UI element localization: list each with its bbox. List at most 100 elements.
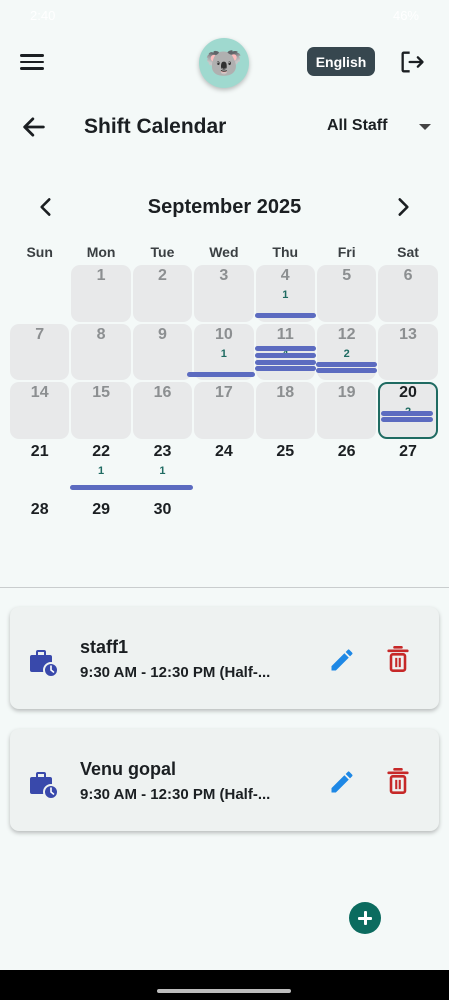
shift-staff-name: Venu gopal [80,759,177,779]
page-header: Shift Calendar All Staff [0,105,449,149]
calendar-day-17[interactable]: 17 [193,381,254,440]
day-number: 30 [153,501,172,518]
empty-day-cell [9,264,70,323]
calendar-day-21[interactable]: 21 [9,440,70,499]
day-number: 15 [92,384,110,401]
shift-count: 1 [98,464,105,477]
empty-day-cell [377,498,438,557]
weekday-label: Wed [209,244,239,260]
shift-time: 9:30 AM - 12:30 PM (Half-... [80,664,271,681]
calendar-day-1[interactable]: 1 [70,264,131,323]
calendar-day-14[interactable]: 14 [9,381,70,440]
day-number: 25 [276,442,295,460]
calendar-day-9[interactable]: 9 [132,323,193,382]
calendar-day-3[interactable]: 3 [193,264,254,323]
day-number: 24 [214,442,233,460]
shift-count: 1 [220,347,227,360]
briefcase-clock-icon [26,767,60,801]
weekday-label: Sat [397,244,419,260]
calendar-day-5[interactable]: 5 [316,264,377,323]
calendar-day-25[interactable]: 25 [255,440,316,499]
calendar-day-26[interactable]: 26 [316,440,377,499]
shift-span-bar [254,365,316,371]
shift-count: 1 [282,289,289,301]
day-number: 21 [30,442,49,460]
calendar-day-18[interactable]: 18 [255,381,316,440]
calendar-day-19[interactable]: 19 [316,381,377,440]
calendar-day-30[interactable]: 30 [132,498,193,557]
calendar-day-15[interactable]: 15 [70,381,131,440]
calendar-weeks: 1234156789101114122131415161718192022122… [9,264,439,557]
weekday-label: Thu [272,244,299,260]
day-number: 3 [219,267,229,284]
shift-span-bar [316,361,378,367]
divider [0,587,449,588]
shift-card[interactable]: staff1 9:30 AM - 12:30 PM (Half-... [10,607,439,709]
next-month-chevron-icon[interactable] [390,194,416,220]
delete-trash-icon[interactable] [386,767,410,795]
shift-card[interactable]: Venu gopal 9:30 AM - 12:30 PM (Half-... [10,729,439,831]
menu-icon[interactable] [18,50,46,74]
add-shift-plus-icon[interactable] [349,902,381,934]
day-number: 23 [153,442,172,460]
weekday-label: Mon [86,244,116,260]
day-number: 16 [153,384,172,401]
day-number: 27 [399,442,417,460]
battery-level: 46% [392,7,419,23]
day-number: 17 [214,384,233,401]
calendar-day-2[interactable]: 2 [132,264,193,323]
day-number: 11 [276,325,294,343]
home-indicator[interactable] [157,989,291,993]
calendar-day-24[interactable]: 24 [193,440,254,499]
calendar-day-6[interactable]: 6 [377,264,438,323]
staff-filter-dropdown[interactable]: All Staff [327,117,437,139]
day-number: 29 [92,501,110,518]
day-number: 28 [30,501,49,518]
empty-day-cell [316,498,377,557]
day-number: 26 [337,442,356,460]
logout-icon[interactable] [398,48,426,76]
app-screen: 2:40 46% 🐨 English Shift Calendar All St… [0,0,449,1000]
shift-span-bar [254,345,316,351]
back-arrow-icon[interactable] [20,113,48,141]
status-time: 2:40 [30,7,56,23]
weekday-label: Tue [150,244,175,260]
calendar-day-8[interactable]: 8 [70,323,131,382]
avatar[interactable]: 🐨 [199,38,249,88]
calendar-day-28[interactable]: 28 [9,498,70,557]
day-number: 7 [35,325,45,343]
shift-span-bar [381,411,433,416]
shift-count: 1 [159,464,166,477]
month-navigation: September 2025 [0,190,449,224]
month-label: September 2025 [147,196,302,218]
day-number: 20 [399,384,417,401]
language-button[interactable]: English [307,47,375,76]
calendar-day-29[interactable]: 29 [70,498,131,557]
day-number: 4 [280,267,290,284]
shift-span-bar [254,359,316,365]
shift-count: 2 [343,347,350,360]
shift-span-bar [381,417,433,422]
calendar-day-7[interactable]: 7 [9,323,70,382]
dropdown-caret-icon [419,124,431,130]
edit-pencil-icon[interactable] [328,646,356,674]
day-number: 19 [337,384,356,401]
day-number: 9 [158,325,167,343]
staff-filter-value: All Staff [327,117,388,134]
edit-pencil-icon[interactable] [328,768,356,796]
calendar-day-13[interactable]: 13 [377,323,438,382]
day-number: 10 [214,325,233,343]
day-number: 13 [399,325,417,343]
calendar-week: 1 2 3 4 1 5 6 [9,264,439,323]
empty-day-cell [255,498,316,557]
calendar-grid: SunMonTueWedThuFriSat 123415678910111412… [9,244,439,557]
shift-time: 9:30 AM - 12:30 PM (Half-... [80,786,271,803]
page-title: Shift Calendar [84,115,227,138]
shift-span-bar [254,313,316,318]
calendar-day-16[interactable]: 16 [132,381,193,440]
day-number: 1 [96,267,106,284]
calendar-day-11[interactable]: 114 [255,323,316,382]
calendar-day-27[interactable]: 27 [377,440,438,499]
delete-trash-icon[interactable] [386,645,410,673]
weekday-header: Sun Mon Tue Wed Thu Fri Sat [9,244,439,262]
